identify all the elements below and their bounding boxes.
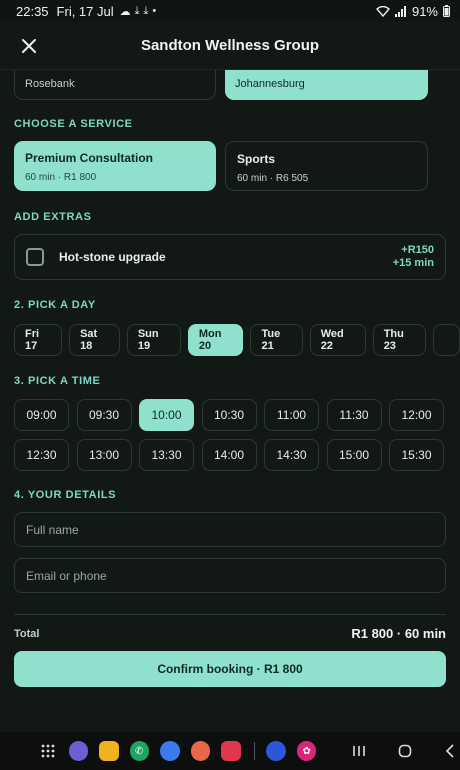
contacts-app-icon[interactable]: [190, 741, 210, 761]
service-card-premium-consultation[interactable]: Premium Consultation 60 min · R1 800: [14, 141, 216, 191]
education-app-icon[interactable]: [266, 741, 286, 761]
time-slot[interactable]: 09:30: [76, 399, 132, 431]
signal-icon: [394, 5, 406, 17]
phone-app-icon[interactable]: ✆: [129, 741, 149, 761]
day-chip[interactable]: Tue 21: [250, 324, 303, 356]
extra-price-duration: +15 min: [392, 257, 434, 269]
section-heading-details: 4. YOUR DETAILS: [14, 489, 117, 501]
time-slot[interactable]: 15:30: [389, 439, 444, 471]
battery-icon: [443, 5, 450, 17]
battery-level: 91%: [411, 3, 438, 19]
time-slot[interactable]: 12:30: [14, 439, 69, 471]
messages-app-icon[interactable]: [160, 741, 180, 761]
booking-form[interactable]: Rosebank Johannesburg CHOOSE A SERVICE P…: [0, 70, 460, 732]
time-slot[interactable]: 09:00: [14, 399, 69, 431]
flower-app-icon[interactable]: ✿: [296, 741, 317, 761]
time-slot[interactable]: 14:30: [264, 439, 319, 471]
extra-hot-stone[interactable]: Hot-stone upgrade +R150 +15 min: [14, 234, 446, 280]
location-card-rosebank[interactable]: Rosebank: [14, 70, 216, 100]
extra-price: +R150 +15 min: [393, 244, 434, 270]
location-label: Johannesburg: [235, 78, 305, 90]
dot-icon: •: [152, 5, 157, 17]
total-value: R1 800 · 60 min: [351, 626, 446, 641]
time-picker: 09:00 09:30 10:00 10:30 11:00 11:30 12:0…: [14, 399, 444, 471]
service-meta: 60 min · R6 505: [237, 173, 309, 184]
time-slot[interactable]: 14:00: [201, 439, 257, 471]
time-slot[interactable]: 11:00: [264, 399, 319, 431]
section-heading-service: CHOOSE A SERVICE: [14, 118, 133, 130]
service-name: Premium Consultation: [25, 151, 154, 165]
service-meta: 60 min · R1 800: [25, 172, 97, 183]
day-chip-partial[interactable]: [433, 324, 460, 356]
time-slot[interactable]: 12:00: [389, 399, 444, 431]
extra-checkbox[interactable]: [26, 248, 44, 266]
home-icon: [398, 744, 412, 758]
day-chip[interactable]: Sat 18: [69, 324, 120, 356]
total-label: Total: [14, 628, 40, 640]
clock: 22:35: [16, 3, 49, 19]
day-chip-selected[interactable]: Mon 20: [187, 324, 244, 356]
notification-icons: ☁ ⤓ ⤓ •: [120, 5, 157, 18]
day-chip[interactable]: Fri 17: [14, 324, 63, 356]
service-card-sports[interactable]: Sports 60 min · R6 505: [225, 141, 428, 191]
home-button[interactable]: [395, 741, 415, 761]
email-phone-field[interactable]: [14, 558, 446, 593]
download-icon: ⤓: [143, 4, 149, 17]
day-chip[interactable]: Wed 22: [309, 324, 366, 356]
page-title: Sandton Wellness Group: [140, 37, 320, 54]
full-name-field[interactable]: [14, 512, 446, 547]
section-heading-extras: ADD EXTRAS: [14, 211, 92, 223]
close-button[interactable]: [18, 35, 40, 57]
section-heading-day: 2. PICK A DAY: [14, 299, 96, 311]
time-slot[interactable]: 10:30: [201, 399, 257, 431]
back-button[interactable]: [440, 741, 460, 761]
status-bar: 22:35 Fri, 17 Jul ☁ ⤓ ⤓ • 91%: [0, 0, 460, 22]
close-icon: [22, 39, 36, 53]
download-icon: ⤓: [134, 4, 140, 17]
location-label: Rosebank: [25, 78, 75, 90]
recents-icon: [353, 746, 366, 756]
service-name: Sports: [237, 152, 276, 166]
location-card-johannesburg[interactable]: Johannesburg: [225, 70, 428, 100]
section-heading-time: 3. PICK A TIME: [14, 375, 101, 387]
day-chip[interactable]: Thu 23: [372, 324, 427, 356]
time-slot[interactable]: 13:00: [76, 439, 132, 471]
navigation-bar: ✆ ✿: [0, 732, 460, 770]
apps-grid-icon[interactable]: [38, 741, 58, 761]
time-slot-selected[interactable]: 10:00: [139, 399, 194, 431]
divider: [14, 614, 446, 615]
day-chip[interactable]: Sun 19: [126, 324, 181, 356]
cloud-icon: ☁: [119, 5, 131, 18]
time-slot[interactable]: 15:00: [326, 439, 382, 471]
camera-app-icon[interactable]: [221, 741, 241, 761]
time-slot[interactable]: 11:30: [326, 399, 382, 431]
confirm-booking-button[interactable]: Confirm booking · R1 800: [14, 651, 446, 687]
date: Fri, 17 Jul: [56, 3, 114, 19]
day-picker: Fri 17 Sat 18 Sun 19 Mon 20 Tue 21 Wed 2…: [14, 324, 460, 356]
internet-app-icon[interactable]: [68, 741, 88, 761]
extra-name: Hot-stone upgrade: [59, 250, 166, 264]
files-app-icon[interactable]: [99, 741, 119, 761]
time-slot[interactable]: 13:30: [139, 439, 194, 471]
extra-price-amount: +R150: [401, 244, 434, 256]
nav-separator: [253, 742, 255, 760]
recents-button[interactable]: [349, 741, 369, 761]
app-header: Sandton Wellness Group: [0, 22, 460, 70]
back-icon: [446, 744, 454, 758]
wifi-icon: [375, 5, 390, 17]
